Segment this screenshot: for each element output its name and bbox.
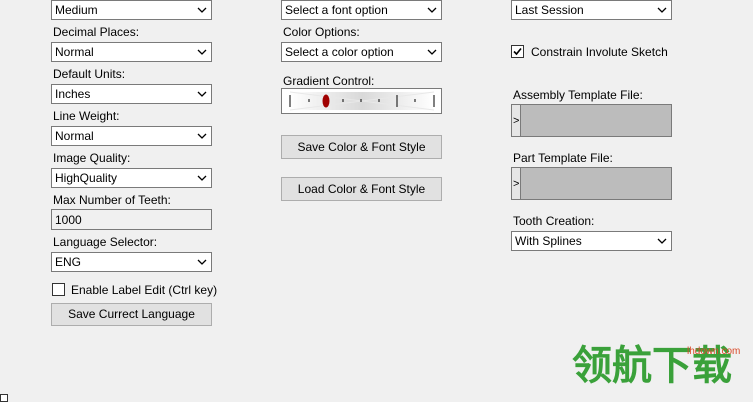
chevron-down-icon	[423, 1, 441, 19]
part-template-label: Part Template File:	[513, 151, 613, 165]
load-color-font-style-button[interactable]: Load Color & Font Style	[281, 177, 442, 201]
default-units-value: Inches	[55, 87, 91, 101]
max-teeth-label: Max Number of Teeth:	[53, 193, 171, 207]
assembly-template-field[interactable]: >	[511, 104, 672, 137]
chevron-down-icon	[423, 43, 441, 61]
image-quality-select[interactable]: HighQuality	[51, 168, 212, 188]
chevron-down-icon	[653, 1, 671, 19]
decimal-places-value: Normal	[55, 45, 94, 59]
load-color-font-style-label: Load Color & Font Style	[297, 182, 426, 196]
language-select[interactable]: ENG	[51, 252, 212, 272]
font-option-select[interactable]: Select a font option	[281, 0, 442, 20]
chevron-right-icon: >	[513, 177, 520, 190]
save-language-button[interactable]: Save Currect Language	[51, 303, 212, 326]
chevron-down-icon	[193, 43, 211, 61]
constrain-involute-label: Constrain Involute Sketch	[531, 45, 668, 59]
save-color-font-style-button[interactable]: Save Color & Font Style	[281, 135, 442, 159]
image-quality-value: HighQuality	[55, 171, 118, 185]
language-selector-label: Language Selector:	[53, 235, 158, 249]
top-size-select-value: Medium	[55, 3, 98, 17]
session-select[interactable]: Last Session	[511, 0, 672, 20]
color-option-select[interactable]: Select a color option	[281, 42, 442, 62]
partial-checkbox-edge	[0, 394, 8, 402]
save-language-button-label: Save Currect Language	[68, 307, 195, 321]
default-units-label: Default Units:	[53, 67, 126, 81]
line-weight-select[interactable]: Normal	[51, 126, 212, 146]
color-options-label: Color Options:	[283, 25, 360, 39]
enable-label-edit-checkbox[interactable]	[52, 283, 65, 296]
chevron-down-icon	[193, 1, 211, 19]
chevron-down-icon	[193, 85, 211, 103]
top-size-select[interactable]: Medium	[51, 0, 212, 20]
chevron-down-icon	[653, 232, 671, 250]
gradient-slider-thumb	[322, 94, 330, 108]
chevron-down-icon	[193, 169, 211, 187]
assembly-template-expand[interactable]: >	[512, 105, 521, 136]
enable-label-edit-label: Enable Label Edit (Ctrl key)	[71, 283, 218, 297]
chevron-down-icon	[193, 253, 211, 271]
gradient-control-label: Gradient Control:	[283, 74, 375, 88]
line-weight-label: Line Weight:	[53, 109, 120, 123]
chevron-right-icon: >	[513, 114, 520, 127]
max-teeth-value: 1000	[55, 213, 82, 227]
gradient-control-slider[interactable]	[281, 88, 442, 114]
line-weight-value: Normal	[55, 129, 94, 143]
tooth-creation-label: Tooth Creation:	[513, 214, 595, 228]
tooth-creation-value: With Splines	[515, 234, 582, 248]
checkmark-icon	[513, 47, 522, 56]
assembly-template-label: Assembly Template File:	[513, 88, 643, 102]
watermark-site: lhdown.com	[687, 346, 741, 357]
part-template-expand[interactable]: >	[512, 168, 521, 199]
tooth-creation-select[interactable]: With Splines	[511, 231, 672, 251]
max-teeth-input[interactable]: 1000	[51, 209, 212, 230]
save-color-font-style-label: Save Color & Font Style	[297, 140, 426, 154]
decimal-places-select[interactable]: Normal	[51, 42, 212, 62]
decimal-places-label: Decimal Places:	[53, 25, 140, 39]
chevron-down-icon	[193, 127, 211, 145]
font-option-value: Select a font option	[285, 3, 388, 17]
image-quality-label: Image Quality:	[53, 151, 131, 165]
session-select-value: Last Session	[515, 3, 584, 17]
default-units-select[interactable]: Inches	[51, 84, 212, 104]
part-template-field[interactable]: >	[511, 167, 672, 200]
constrain-involute-checkbox[interactable]	[511, 45, 524, 58]
color-option-value: Select a color option	[285, 45, 394, 59]
language-value: ENG	[55, 255, 82, 269]
